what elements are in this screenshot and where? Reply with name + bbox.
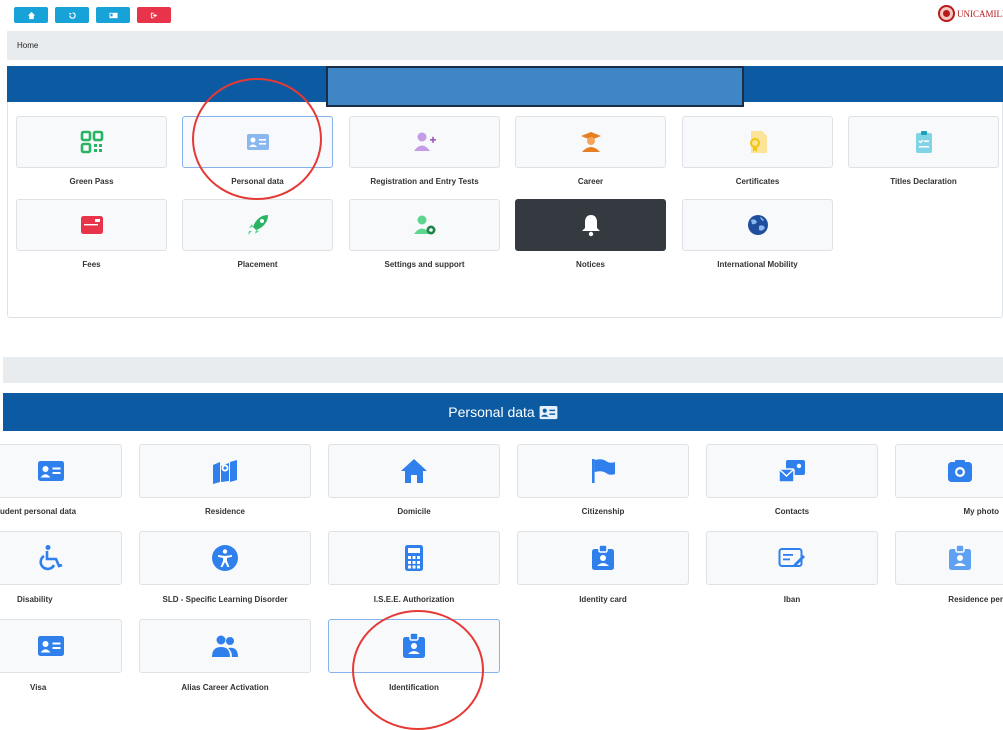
home-button[interactable] bbox=[14, 7, 48, 23]
tile-international-mobility[interactable] bbox=[682, 199, 833, 251]
camera-icon bbox=[948, 460, 972, 482]
tile-citizenship[interactable] bbox=[517, 444, 689, 498]
id-card-icon bbox=[108, 12, 118, 18]
tile-titles-declaration[interactable] bbox=[848, 116, 999, 168]
tile-label: Residence per bbox=[948, 595, 1003, 604]
card-button[interactable] bbox=[96, 7, 130, 23]
tile-identity-card[interactable] bbox=[517, 531, 689, 585]
logout-icon bbox=[150, 12, 157, 18]
tile-label: Settings and support bbox=[384, 260, 465, 269]
badge-icon bbox=[592, 544, 614, 570]
tile-label: Registration and Entry Tests bbox=[370, 177, 479, 186]
house-icon bbox=[401, 459, 427, 483]
tile-label: Iban bbox=[783, 595, 801, 604]
tile-placement[interactable] bbox=[182, 199, 333, 251]
tile-residence[interactable] bbox=[139, 444, 311, 498]
tile-label: Green Pass bbox=[69, 177, 114, 186]
edit-card-icon bbox=[778, 548, 805, 567]
credit-card-icon bbox=[80, 216, 103, 234]
contacts-icon bbox=[778, 460, 805, 483]
id-card-icon bbox=[38, 461, 64, 481]
logo-icon bbox=[938, 5, 955, 22]
tile-label: I.S.E.E. Authorization bbox=[373, 595, 455, 604]
tile-visa[interactable] bbox=[0, 619, 122, 673]
tile-iban[interactable] bbox=[706, 531, 878, 585]
map-icon bbox=[213, 460, 237, 484]
tile-label: SLD - Specific Learning Disorder bbox=[162, 595, 288, 604]
tile-settings-support[interactable] bbox=[349, 199, 500, 251]
clipboard-icon bbox=[915, 131, 932, 153]
highlight-circle bbox=[352, 610, 484, 730]
id-card-icon bbox=[539, 405, 558, 419]
history-button[interactable] bbox=[55, 7, 89, 23]
tile-domicile[interactable] bbox=[328, 444, 500, 498]
tile-notices[interactable] bbox=[515, 199, 666, 251]
flag-icon bbox=[592, 459, 615, 483]
tile-career[interactable] bbox=[515, 116, 666, 168]
globe-icon bbox=[747, 215, 768, 235]
breadcrumb: Home bbox=[7, 31, 1003, 60]
tile-label: Disability bbox=[17, 595, 53, 604]
tile-isee-authorization[interactable] bbox=[328, 531, 500, 585]
certificate-icon bbox=[749, 131, 767, 153]
graduate-icon bbox=[580, 132, 601, 152]
tile-label: Alias Career Activation bbox=[181, 683, 269, 692]
tile-sld[interactable] bbox=[139, 531, 311, 585]
personal-data-header: Personal data bbox=[3, 393, 1003, 431]
tile-residence-permit[interactable] bbox=[895, 531, 1003, 585]
highlight-circle bbox=[192, 78, 322, 200]
section-divider-bar bbox=[3, 357, 1003, 383]
id-card-icon bbox=[38, 636, 64, 656]
user-gear-icon bbox=[413, 215, 435, 235]
page-title: Personal data bbox=[448, 404, 535, 420]
wheelchair-icon bbox=[39, 545, 63, 571]
user-plus-icon bbox=[413, 132, 436, 151]
rocket-icon bbox=[247, 215, 268, 235]
accessibility-icon bbox=[212, 545, 238, 571]
calculator-icon bbox=[405, 545, 423, 571]
tile-label: Career bbox=[577, 177, 604, 186]
tile-label: Contacts bbox=[774, 507, 810, 516]
bell-icon bbox=[581, 215, 600, 237]
tile-label: International Mobility bbox=[717, 260, 798, 269]
tile-label: Titles Declaration bbox=[890, 177, 957, 186]
tile-label: Notices bbox=[576, 260, 605, 269]
history-icon bbox=[68, 11, 76, 19]
tile-label: Identity card bbox=[579, 595, 627, 604]
tile-certificates[interactable] bbox=[682, 116, 833, 168]
tile-label: Citizenship bbox=[581, 507, 625, 516]
panel-title-box bbox=[326, 66, 744, 107]
tile-label: udent personal data bbox=[0, 507, 77, 516]
tile-fees[interactable] bbox=[16, 199, 167, 251]
tile-label: Fees bbox=[82, 260, 101, 269]
tile-label: Residence bbox=[204, 507, 246, 516]
tile-alias-career-activation[interactable] bbox=[139, 619, 311, 673]
tile-label: Domicile bbox=[397, 507, 431, 516]
tile-label: Certificates bbox=[735, 177, 780, 186]
users-icon bbox=[212, 635, 238, 657]
tile-label: My photo bbox=[963, 507, 999, 516]
qr-code-icon bbox=[80, 130, 103, 154]
home-icon bbox=[27, 11, 35, 19]
tile-disability[interactable] bbox=[0, 531, 122, 585]
tile-label: Placement bbox=[237, 260, 278, 269]
university-logo: UNICAMILLUS bbox=[938, 5, 1003, 22]
tile-my-photo[interactable] bbox=[895, 444, 1003, 498]
tile-student-personal-data[interactable] bbox=[0, 444, 122, 498]
badge-icon bbox=[949, 544, 971, 570]
breadcrumb-home[interactable]: Home bbox=[17, 41, 38, 50]
tile-contacts[interactable] bbox=[706, 444, 878, 498]
tile-registration[interactable] bbox=[349, 116, 500, 168]
tile-green-pass[interactable] bbox=[16, 116, 167, 168]
logout-button[interactable] bbox=[137, 7, 171, 23]
logo-text: UNICAMILLUS bbox=[957, 8, 1003, 19]
tile-label: Visa bbox=[30, 683, 47, 692]
